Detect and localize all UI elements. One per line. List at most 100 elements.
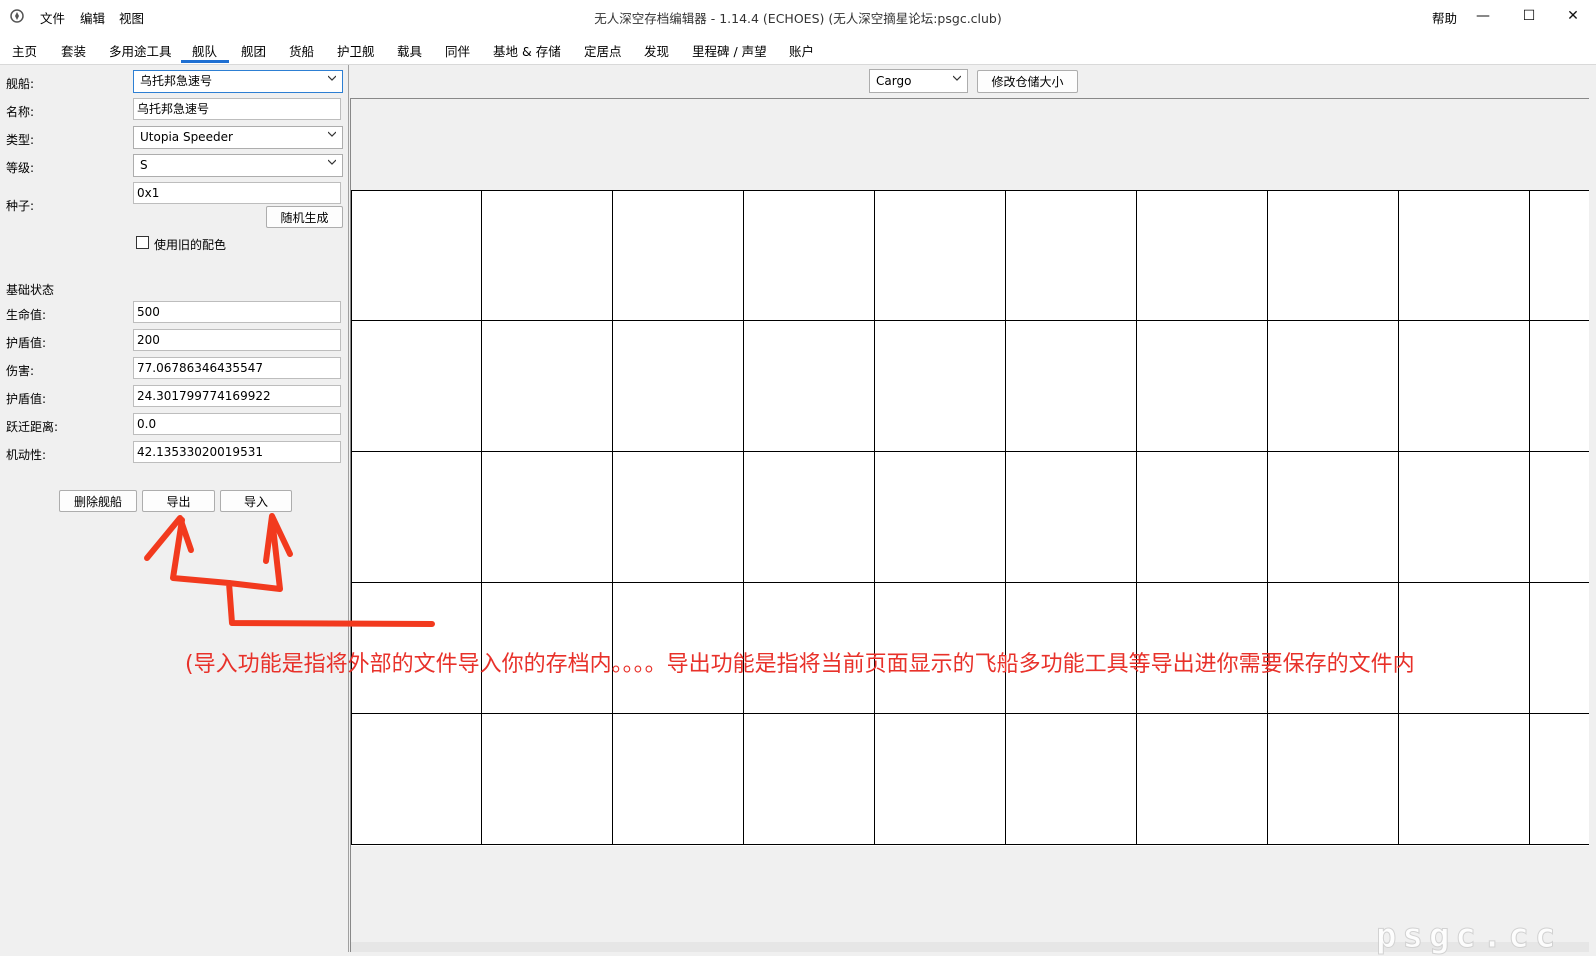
tab-freighter[interactable]: 货船 <box>289 41 314 60</box>
menu-help[interactable]: 帮助 <box>1432 8 1457 27</box>
inventory-slot[interactable] <box>744 452 875 583</box>
inventory-slot[interactable] <box>351 321 482 452</box>
inventory-type-select[interactable]: Cargo <box>869 69 968 93</box>
maneuver-field[interactable]: 42.13533020019531 <box>133 441 341 463</box>
minimize-button[interactable]: — <box>1460 0 1506 32</box>
delete-ship-button[interactable]: 删除舰船 <box>59 490 137 512</box>
tab-account[interactable]: 账户 <box>789 41 814 60</box>
random-seed-button[interactable]: 随机生成 <box>266 206 343 228</box>
warp-label: 跃迁距离: <box>6 420 59 434</box>
maximize-button[interactable]: ☐ <box>1506 0 1552 32</box>
inventory-slot[interactable] <box>875 190 1006 321</box>
inventory-slot[interactable] <box>1530 714 1596 845</box>
inventory-slot[interactable] <box>1268 714 1399 845</box>
tab-bases-storage[interactable]: 基地 & 存储 <box>493 41 561 60</box>
inventory-slot[interactable] <box>351 714 482 845</box>
inventory-slot[interactable] <box>744 190 875 321</box>
chevron-down-icon <box>953 75 961 81</box>
name-field[interactable]: 乌托邦急速号 <box>133 98 341 120</box>
maneuver-label: 机动性: <box>6 448 47 462</box>
inventory-slot[interactable] <box>1006 452 1137 583</box>
tab-bar: 主页 套装 多用途工具 舰队 舰团 货船 护卫舰 载具 同伴 基地 & 存储 定… <box>0 32 1596 65</box>
inventory-slot[interactable] <box>744 321 875 452</box>
window-title: 无人深空存档编辑器 - 1.14.4 (ECHOES) (无人深空摘星论坛:ps… <box>594 11 1002 26</box>
inventory-slot[interactable] <box>1137 714 1268 845</box>
class-select[interactable]: S <box>133 154 343 177</box>
inventory-slot[interactable] <box>1268 190 1399 321</box>
inventory-slot[interactable] <box>744 714 875 845</box>
title-bar: 文件 编辑 视图 无人深空存档编辑器 - 1.14.4 (ECHOES) (无人… <box>0 0 1596 32</box>
maximize-icon: ☐ <box>1522 8 1536 24</box>
import-button[interactable]: 导入 <box>220 490 292 512</box>
inventory-slot[interactable] <box>351 452 482 583</box>
inventory-slot[interactable] <box>1399 714 1530 845</box>
inventory-slot[interactable] <box>1399 190 1530 321</box>
inventory-slot[interactable] <box>1399 452 1530 583</box>
old-colors-label: 使用旧的配色 <box>154 238 227 252</box>
inventory-slot[interactable] <box>875 452 1006 583</box>
warp-field[interactable]: 0.0 <box>133 413 341 435</box>
inventory-slot[interactable] <box>1399 321 1530 452</box>
resize-inventory-button[interactable]: 修改仓储大小 <box>977 70 1078 93</box>
tab-milestones[interactable]: 里程碑 / 声望 <box>692 41 767 60</box>
seed-field[interactable]: 0x1 <box>133 182 341 204</box>
shield2-field[interactable]: 24.301799774169922 <box>133 385 341 407</box>
inventory-slot[interactable] <box>613 452 744 583</box>
active-tab-indicator <box>181 60 229 63</box>
health-field[interactable]: 500 <box>133 301 341 323</box>
tab-squadron[interactable]: 舰团 <box>241 41 266 60</box>
inventory-slot[interactable] <box>613 190 744 321</box>
shield-field[interactable]: 200 <box>133 329 341 351</box>
annotation-text: (导入功能是指将外部的文件导入你的存档内。。。。导出功能是指将当前页面显示的飞船… <box>185 652 1415 677</box>
close-button[interactable]: ✕ <box>1550 0 1596 32</box>
inventory-slot[interactable] <box>613 321 744 452</box>
inventory-slot[interactable] <box>1530 321 1596 452</box>
tab-suits[interactable]: 套装 <box>61 41 86 60</box>
type-select-value: Utopia Speeder <box>140 130 233 144</box>
inventory-slot[interactable] <box>1006 714 1137 845</box>
inventory-slot[interactable] <box>1530 583 1596 714</box>
inventory-slot[interactable] <box>1268 452 1399 583</box>
type-select[interactable]: Utopia Speeder <box>133 126 343 149</box>
inventory-slot[interactable] <box>482 452 613 583</box>
tab-settlements[interactable]: 定居点 <box>584 41 622 60</box>
inventory-slot[interactable] <box>1530 190 1596 321</box>
tab-frigates[interactable]: 护卫舰 <box>337 41 375 60</box>
chevron-down-icon <box>328 131 336 137</box>
ship-label: 舰船: <box>6 77 35 91</box>
inventory-slot[interactable] <box>1399 583 1530 714</box>
inventory-slot[interactable] <box>1530 452 1596 583</box>
inventory-slot[interactable] <box>482 190 613 321</box>
inventory-slot[interactable] <box>482 321 613 452</box>
type-label: 类型: <box>6 133 35 147</box>
inventory-slot[interactable] <box>1137 452 1268 583</box>
inventory-slot[interactable] <box>351 190 482 321</box>
damage-field[interactable]: 77.06786346435547 <box>133 357 341 379</box>
inventory-slot[interactable] <box>482 714 613 845</box>
ship-select[interactable]: 乌托邦急速号 <box>133 70 343 93</box>
tab-discovery[interactable]: 发现 <box>644 41 669 60</box>
inventory-slot[interactable] <box>1006 321 1137 452</box>
class-label: 等级: <box>6 161 35 175</box>
inventory-slot[interactable] <box>613 714 744 845</box>
tab-home[interactable]: 主页 <box>12 41 37 60</box>
inventory-slot[interactable] <box>875 714 1006 845</box>
inventory-grid <box>351 190 1596 846</box>
inventory-slot[interactable] <box>875 321 1006 452</box>
tab-companions[interactable]: 同伴 <box>445 41 470 60</box>
export-button[interactable]: 导出 <box>142 490 215 512</box>
close-icon: ✕ <box>1567 8 1579 24</box>
inventory-slot[interactable] <box>1268 321 1399 452</box>
seed-label: 种子: <box>6 199 35 213</box>
vertical-scrollbar[interactable] <box>1589 66 1596 952</box>
tab-multitool[interactable]: 多用途工具 <box>109 41 172 60</box>
old-colors-checkbox[interactable] <box>136 236 149 249</box>
inventory-slot[interactable] <box>1137 321 1268 452</box>
inventory-slot[interactable] <box>1006 190 1137 321</box>
shield2-label: 护盾值: <box>6 392 47 406</box>
inventory-slot[interactable] <box>1137 190 1268 321</box>
tab-vehicles[interactable]: 载具 <box>397 41 422 60</box>
class-select-value: S <box>140 158 148 172</box>
inventory-header-area <box>351 99 1596 190</box>
tab-fleet[interactable]: 舰队 <box>192 41 217 60</box>
